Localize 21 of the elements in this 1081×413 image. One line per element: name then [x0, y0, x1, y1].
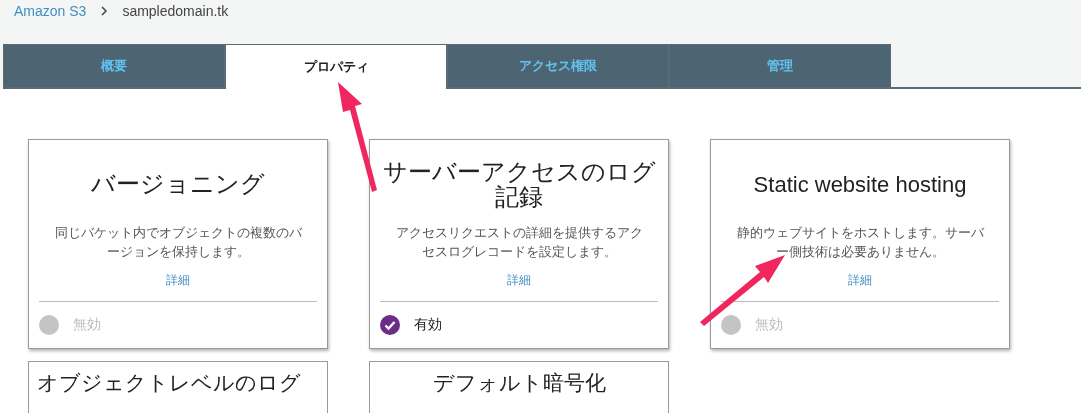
- details-link[interactable]: 詳細: [848, 271, 872, 289]
- status-label: 無効: [755, 316, 783, 334]
- card-title: バージョニング: [90, 169, 266, 201]
- tab[interactable]: アクセス権限: [447, 44, 669, 87]
- breadcrumb-current: sampledomain.tk: [122, 3, 229, 19]
- card-description: 静的ウェブサイトをホストします。サーバー側技術は必要ありません。: [735, 224, 985, 261]
- details-link[interactable]: 詳細: [507, 271, 531, 289]
- card-description: 同じバケット内でオブジェクトの複数のバージョンを保持します。: [53, 224, 303, 261]
- status-label: 無効: [73, 316, 101, 334]
- card-title: Static website hosting: [752, 171, 968, 200]
- card-title: デフォルト暗号化: [431, 372, 607, 395]
- card-title: オブジェクトレベルのログ: [37, 372, 302, 395]
- tab[interactable]: 管理: [669, 44, 891, 87]
- card-title: サーバーアクセスのログ記録: [381, 160, 657, 211]
- details-link[interactable]: 詳細: [166, 271, 190, 289]
- chevron-icon: [100, 6, 109, 16]
- tab[interactable]: プロパティ: [225, 44, 447, 89]
- tab[interactable]: 概要: [3, 44, 225, 87]
- card-description: アクセスリクエストの詳細を提供するアクセスログレコードを設定します。: [394, 224, 644, 262]
- breadcrumb-link[interactable]: Amazon S3: [14, 3, 87, 19]
- status-label: 有効: [414, 316, 442, 334]
